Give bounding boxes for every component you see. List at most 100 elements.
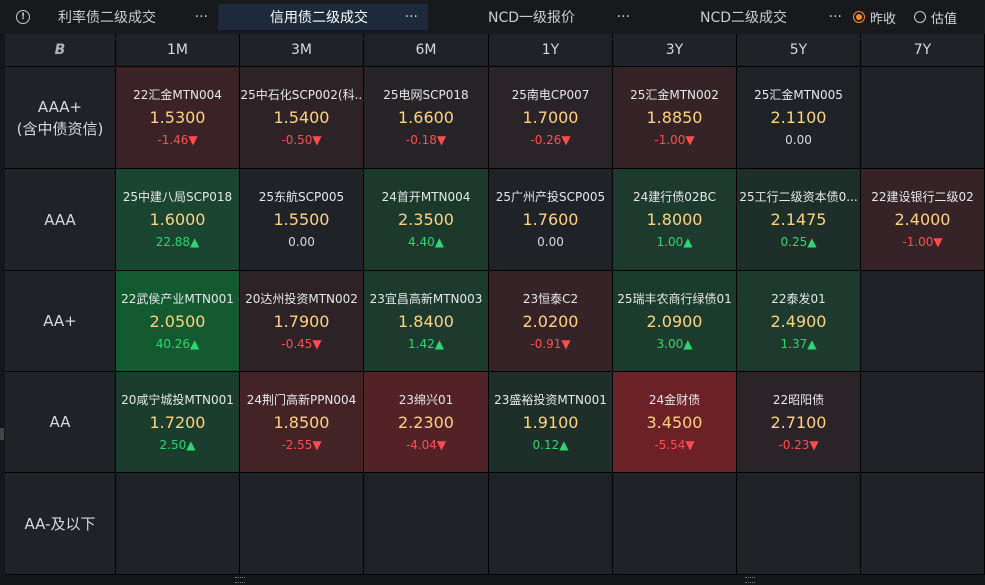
row-header: AA <box>5 372 116 473</box>
bond-name: 25瑞丰农商行绿债01 <box>617 291 732 306</box>
tab-ncd-primary-quote[interactable]: NCD一级报价 ··· <box>428 4 640 30</box>
bond-yield: 2.4000 <box>894 210 951 229</box>
resize-grip-icon[interactable] <box>235 577 245 583</box>
bond-cell[interactable]: 25电网SCP018 1.6600 -0.18▼ <box>364 67 489 169</box>
bond-cell[interactable]: 23恒泰C2 2.0200 -0.91▼ <box>489 271 613 372</box>
bond-cell[interactable]: 25东航SCP005 1.5500 0.00 <box>240 169 364 271</box>
bond-change: -0.91▼ <box>530 336 571 351</box>
bond-name: 22昭阳债 <box>772 392 825 407</box>
bond-yield: 1.6000 <box>149 210 206 229</box>
bond-change: -1.46▼ <box>157 133 198 147</box>
bond-change: 0.25▲ <box>780 235 817 249</box>
bond-change: -2.55▼ <box>281 437 322 452</box>
tab-label: NCD二级成交 <box>700 10 788 26</box>
bond-cell[interactable]: 22汇金MTN004 1.5300 -1.46▼ <box>116 67 240 169</box>
bond-change: 22.88▲ <box>155 235 200 249</box>
bond-change: 1.42▲ <box>408 336 444 351</box>
bond-change: 40.26▲ <box>155 336 200 351</box>
bond-change: 0.12▲ <box>532 437 569 452</box>
bond-name: 25南电CP007 <box>511 88 590 102</box>
resize-grip-icon[interactable] <box>745 577 755 583</box>
bond-change: -1.00▼ <box>902 235 943 249</box>
bond-yield: 2.3500 <box>398 210 454 229</box>
radio-unselected-icon[interactable] <box>914 11 926 23</box>
bond-name: 24首开MTN004 <box>381 190 471 204</box>
bond-yield: 1.7900 <box>273 311 330 331</box>
bond-name: 22武侯产业MTN001 <box>121 291 234 306</box>
bond-yield: 1.8850 <box>646 108 703 127</box>
bond-cell[interactable]: 25广州产投SCP005 1.7600 0.00 <box>489 169 613 271</box>
row-header-label: AA+ <box>43 312 77 330</box>
more-icon[interactable]: ··· <box>617 4 630 30</box>
bond-yield: 1.8000 <box>646 210 703 229</box>
empty-cell <box>613 473 737 575</box>
bond-cell[interactable]: 25中建八局SCP018 1.6000 22.88▲ <box>116 169 240 271</box>
bond-cell[interactable]: 25汇金MTN005 2.1100 0.00 <box>737 67 861 169</box>
empty-cell <box>737 473 861 575</box>
tab-rate-bond-secondary[interactable]: 利率债二级成交 ··· <box>40 4 218 30</box>
bond-name: 22建设银行二级02 <box>871 190 974 204</box>
bond-yield: 3.4500 <box>646 412 703 432</box>
bond-yield: 1.5400 <box>273 108 330 127</box>
row-header-label: AA-及以下 <box>24 514 96 533</box>
bond-name: 20咸宁城投MTN001 <box>121 392 234 407</box>
more-icon[interactable]: ··· <box>405 4 418 30</box>
bond-cell[interactable]: 23盛裕投资MTN001 1.9100 0.12▲ <box>489 372 613 473</box>
bond-yield: 2.4900 <box>770 311 827 331</box>
row-header-label: (含中债资信) <box>16 119 104 138</box>
bond-yield: 1.7000 <box>522 108 579 127</box>
corner-logo: B <box>5 34 116 67</box>
tab-bar: ! 利率债二级成交 ··· 信用债二级成交 ··· NCD一级报价 ··· NC… <box>0 0 985 34</box>
bond-name: 23宜昌高新MTN003 <box>369 291 483 306</box>
bond-name: 23盛裕投资MTN001 <box>494 392 607 407</box>
bond-cell[interactable]: 25中石化SCP002(科... 1.5400 -0.50▼ <box>240 67 364 169</box>
bond-change: 2.50▲ <box>159 437 196 452</box>
bond-change: -1.00▼ <box>654 133 695 147</box>
tab-credit-bond-secondary[interactable]: 信用债二级成交 ··· <box>218 4 428 30</box>
row-header: AAA+ (含中债资信) <box>5 67 116 169</box>
bond-change: 0.00 <box>288 235 315 249</box>
bond-cell[interactable]: 24建行债02BC 1.8000 1.00▲ <box>613 169 737 271</box>
side-resize-handle[interactable] <box>0 428 4 440</box>
bond-cell[interactable]: 24金财债 3.4500 -5.54▼ <box>613 372 737 473</box>
radio-valuation[interactable]: 估值 <box>914 4 957 30</box>
radio-prev-close[interactable]: 昨收 <box>853 4 896 30</box>
bond-name: 20达州投资MTN002 <box>245 291 358 306</box>
empty-cell <box>116 473 240 575</box>
radio-label: 昨收 <box>870 11 897 27</box>
bond-name: 25广州产投SCP005 <box>495 190 606 204</box>
bond-cell[interactable]: 25汇金MTN002 1.8850 -1.00▼ <box>613 67 737 169</box>
bond-cell[interactable]: 25瑞丰农商行绿债01 2.0900 3.00▲ <box>613 271 737 372</box>
bond-name: 25汇金MTN005 <box>754 88 843 102</box>
bond-name: 25中石化SCP002(科... <box>240 88 363 102</box>
bond-cell[interactable]: 20咸宁城投MTN001 1.7200 2.50▲ <box>116 372 240 473</box>
bond-cell[interactable]: 24荆门高新PPN004 1.8500 -2.55▼ <box>240 372 364 473</box>
more-icon[interactable]: ··· <box>195 4 208 30</box>
column-header-3y: 3Y <box>613 34 737 67</box>
bond-cell[interactable]: 23绵兴01 2.2300 -4.04▼ <box>364 372 489 473</box>
bond-change: -5.54▼ <box>654 437 695 452</box>
bond-cell[interactable]: 22武侯产业MTN001 2.0500 40.26▲ <box>116 271 240 372</box>
bond-change: -0.45▼ <box>281 336 322 351</box>
row-header-label: AAA <box>44 210 76 229</box>
bond-cell[interactable]: 25工行二级资本债0... 2.1475 0.25▲ <box>737 169 861 271</box>
bond-cell[interactable]: 22昭阳债 2.7100 -0.23▼ <box>737 372 861 473</box>
bond-change: 1.37▲ <box>780 336 817 351</box>
radio-label: 估值 <box>931 11 958 27</box>
radio-selected-icon[interactable] <box>853 11 865 23</box>
bond-change: -0.23▼ <box>778 437 819 452</box>
bond-cell[interactable]: 22建设银行二级02 2.4000 -1.00▼ <box>861 169 985 271</box>
bond-name: 25工行二级资本债0... <box>739 190 858 204</box>
bond-change: 0.00 <box>785 133 812 147</box>
tab-ncd-secondary[interactable]: NCD二级成交 ··· <box>640 4 852 30</box>
bottom-resize-bar[interactable] <box>0 575 985 585</box>
bond-name: 25电网SCP018 <box>383 88 469 102</box>
bond-cell[interactable]: 24首开MTN004 2.3500 4.40▲ <box>364 169 489 271</box>
bond-cell[interactable]: 20达州投资MTN002 1.7900 -0.45▼ <box>240 271 364 372</box>
bond-cell[interactable]: 23宜昌高新MTN003 1.8400 1.42▲ <box>364 271 489 372</box>
bond-cell[interactable]: 25南电CP007 1.7000 -0.26▼ <box>489 67 613 169</box>
more-icon[interactable]: ··· <box>829 4 842 30</box>
row-header: AAA <box>5 169 116 271</box>
info-icon[interactable]: ! <box>16 10 30 24</box>
bond-cell[interactable]: 22泰发01 2.4900 1.37▲ <box>737 271 861 372</box>
